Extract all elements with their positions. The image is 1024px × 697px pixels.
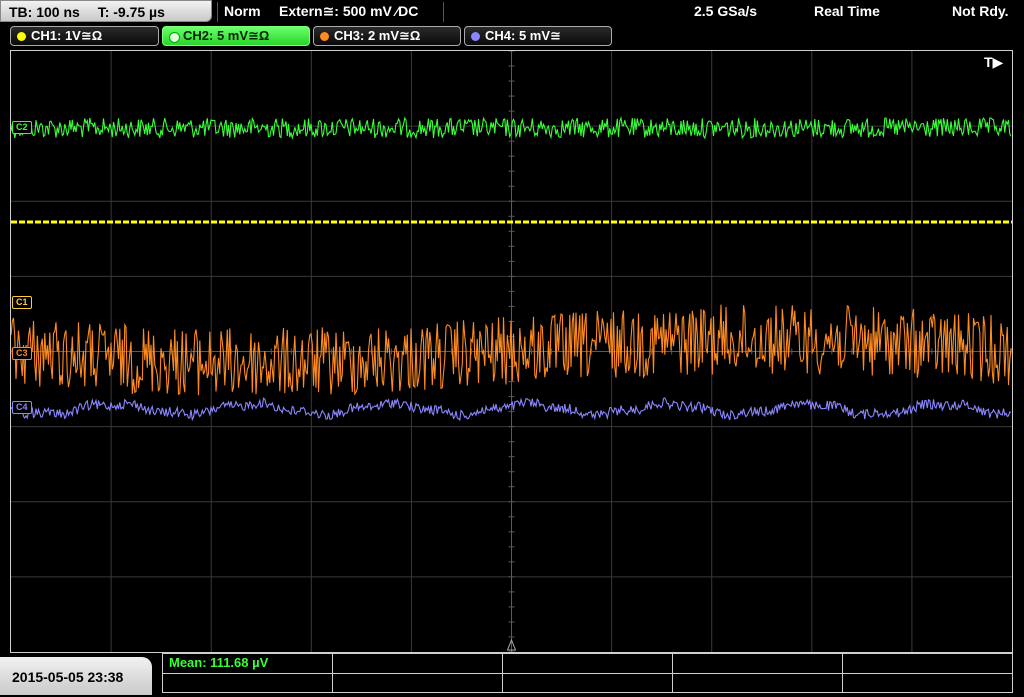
timebase-box[interactable]: TB: 100 ns T: -9.75 µs bbox=[0, 0, 212, 22]
ch2-dot-icon bbox=[169, 32, 180, 43]
trigger-position-marker[interactable]: T▶ bbox=[984, 54, 1003, 71]
meas-cell bbox=[163, 673, 333, 693]
waveform-canvas bbox=[11, 51, 1012, 652]
meas-cell bbox=[673, 673, 843, 693]
meas-cell bbox=[843, 654, 1013, 673]
divider bbox=[217, 2, 218, 22]
meas-cell bbox=[673, 654, 843, 673]
tab-ch2[interactable]: CH2: 5 mV≅Ω bbox=[162, 26, 310, 46]
tab-ch1[interactable]: CH1: 1V≅Ω bbox=[10, 26, 159, 46]
trigger-mode[interactable]: Norm bbox=[224, 0, 261, 22]
ch3-offset-marker[interactable]: C3 bbox=[12, 347, 32, 360]
status-bar: TB: 100 ns T: -9.75 µs Norm Extern≅: 500… bbox=[0, 0, 1024, 24]
trigger-state: Not Rdy. bbox=[952, 3, 1009, 19]
channel-tabs: CH1: 1V≅Ω CH2: 5 mV≅Ω CH3: 2 mV≅Ω CH4: 5… bbox=[0, 26, 1024, 48]
ch2-offset-marker[interactable]: C2 bbox=[12, 121, 32, 134]
trigger-source[interactable]: Extern≅: 500 mV ⁄DC bbox=[279, 0, 418, 22]
tab-ch3-label: CH3: 2 mV≅Ω bbox=[334, 28, 421, 43]
ch1-offset-marker[interactable]: C1 bbox=[12, 296, 32, 309]
meas-cell bbox=[503, 654, 673, 673]
date-time: 2015-05-05 23:38 bbox=[0, 657, 152, 695]
tab-ch4-label: CH4: 5 mV≅ bbox=[485, 28, 561, 43]
ch1-dot-icon bbox=[17, 32, 26, 41]
sample-rate: 2.5 GSa/s bbox=[694, 3, 758, 19]
meas-cell bbox=[333, 654, 503, 673]
tab-ch2-label: CH2: 5 mV≅Ω bbox=[183, 28, 270, 43]
ch4-offset-marker[interactable]: C4 bbox=[12, 401, 32, 414]
ch4-dot-icon bbox=[471, 32, 480, 41]
tab-ch1-label: CH1: 1V≅Ω bbox=[31, 28, 103, 43]
trigger-time: T: -9.75 µs bbox=[97, 4, 165, 20]
measurement-panel[interactable]: Mean: 111.68 µV bbox=[162, 653, 1013, 693]
meas-cell: Mean: 111.68 µV bbox=[163, 654, 333, 673]
meas-cell bbox=[503, 673, 673, 693]
meas-cell bbox=[843, 673, 1013, 693]
mean-measurement: Mean: 111.68 µV bbox=[169, 655, 269, 670]
tab-ch3[interactable]: CH3: 2 mV≅Ω bbox=[313, 26, 461, 46]
timebase: TB: 100 ns bbox=[9, 4, 80, 20]
acquisition-mode[interactable]: Real Time bbox=[814, 0, 880, 22]
ch3-dot-icon bbox=[320, 32, 329, 41]
divider bbox=[443, 2, 444, 22]
meas-cell bbox=[333, 673, 503, 693]
tab-ch4[interactable]: CH4: 5 mV≅ bbox=[464, 26, 612, 46]
